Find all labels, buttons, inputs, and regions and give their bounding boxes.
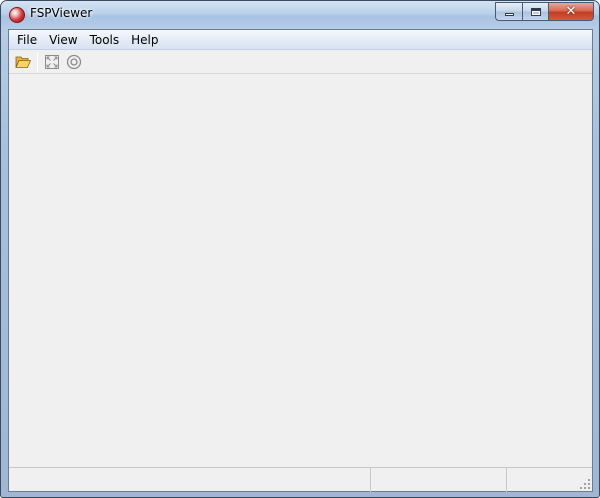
- status-pane-secondary: [371, 468, 507, 492]
- menu-help[interactable]: Help: [125, 30, 164, 50]
- client-area: File View Tools Help: [8, 29, 593, 492]
- menu-file[interactable]: File: [11, 30, 43, 50]
- app-logo-icon[interactable]: [9, 7, 25, 23]
- close-button[interactable]: ✕: [548, 2, 594, 21]
- fullscreen-button[interactable]: [41, 52, 63, 72]
- minimize-icon: [504, 13, 514, 16]
- open-button[interactable]: [12, 52, 34, 72]
- folder-open-icon: [15, 56, 31, 68]
- settings-button[interactable]: [63, 52, 85, 72]
- toolbar: [9, 51, 592, 74]
- title-bar[interactable]: FSPViewer ✕: [1, 1, 599, 29]
- maximize-button[interactable]: [522, 2, 548, 21]
- minimize-button[interactable]: [495, 2, 522, 21]
- menu-view[interactable]: View: [43, 30, 83, 50]
- fullscreen-icon: [45, 55, 59, 69]
- caption-buttons: ✕: [495, 2, 594, 21]
- resize-grip-icon[interactable]: [580, 479, 590, 489]
- menu-tools[interactable]: Tools: [84, 30, 126, 50]
- viewer-canvas[interactable]: [9, 75, 592, 466]
- toolbar-separator: [37, 53, 38, 71]
- app-window: FSPViewer ✕ File View Tools Help: [0, 0, 600, 498]
- status-pane-main: [9, 468, 371, 492]
- close-icon: ✕: [565, 4, 577, 19]
- window-title: FSPViewer: [30, 6, 93, 20]
- maximize-icon: [530, 7, 541, 16]
- menu-bar: File View Tools Help: [9, 30, 592, 50]
- target-icon: [66, 54, 82, 70]
- status-bar: [9, 467, 592, 492]
